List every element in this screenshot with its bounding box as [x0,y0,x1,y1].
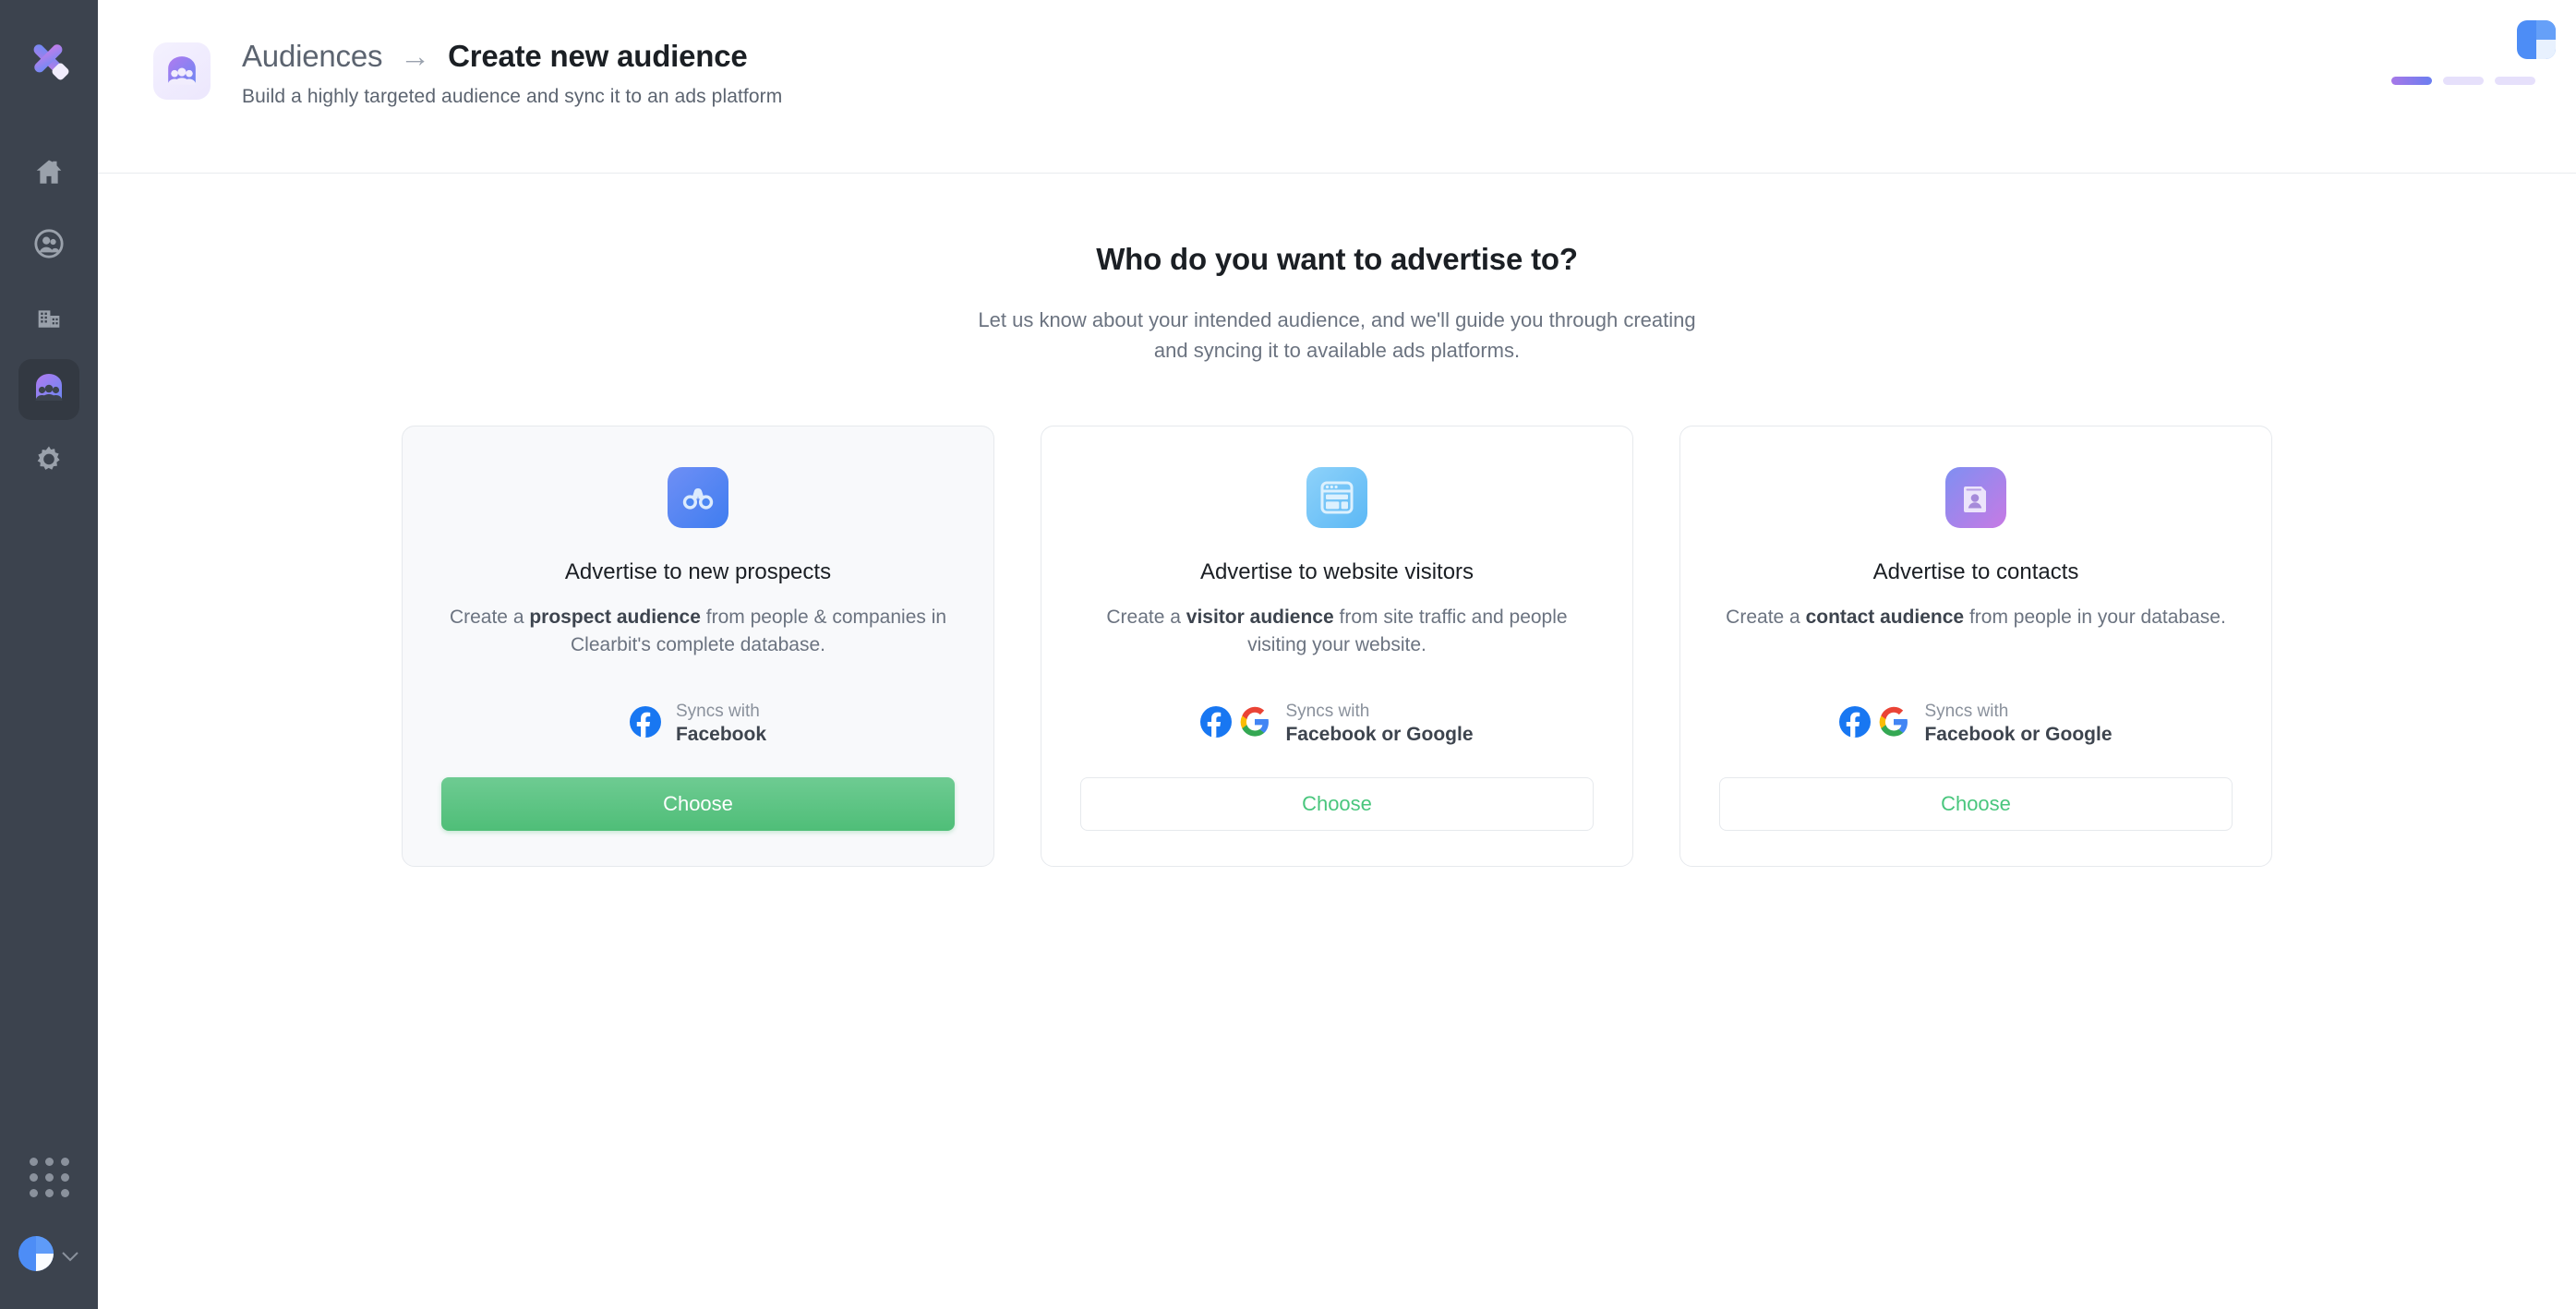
page-subheading: Let us know about your intended audience… [978,308,1696,363]
card-desc-pre: Create a [1726,606,1806,628]
browser-window-icon [1306,466,1367,528]
account-switcher[interactable] [18,1236,79,1276]
google-logo-icon [1878,706,1909,742]
progress-step-1 [2391,77,2432,85]
card-desc-bold: visitor audience [1186,606,1334,628]
card-advertise-to-website-visitors[interactable]: Advertise to website visitors Create a v… [1041,425,1633,867]
app-root: Audiences → Create new audience Build a … [0,0,2576,1309]
progress-steps [2391,77,2535,85]
audience-type-cards: Advertise to new prospects Create a pros… [98,425,2576,867]
sidebar-item-home[interactable] [18,143,79,204]
clearbit-x-logo-icon[interactable] [25,35,73,88]
contact-card-icon [1945,466,2006,528]
google-logo-icon [1239,706,1270,742]
card-description: Create a contact audience from people in… [1726,604,2226,631]
sync-info: Syncs with Facebook or Google [1839,669,2113,748]
sidebar-item-settings[interactable] [18,431,79,492]
sync-logos [1839,705,1909,742]
sync-logos [1200,705,1270,742]
header-right-group [2345,0,2576,120]
card-desc-bold: prospect audience [529,606,701,628]
breadcrumb: Audiences → Create new audience [242,39,782,74]
card-title: Advertise to contacts [1872,558,2079,584]
page-title: Who do you want to advertise to? [1096,242,1578,276]
card-desc-pre: Create a [1106,606,1186,628]
header-titles: Audiences → Create new audience Build a … [242,39,782,108]
card-desc-bold: contact audience [1805,606,1965,628]
sync-platforms: Facebook or Google [1285,724,1474,745]
sidebar-item-audiences[interactable] [18,359,79,420]
main-region: Audiences → Create new audience Build a … [98,0,2576,1309]
card-description: Create a visitor audience from site traf… [1080,604,1594,660]
choose-button-prospects[interactable]: Choose [441,776,955,831]
card-advertise-to-contacts[interactable]: Advertise to contacts Create a contact a… [1679,425,2272,867]
card-desc-pre: Create a [449,606,530,628]
gear-icon [33,444,65,480]
facebook-logo-icon [629,705,661,742]
sidebar-bottom-group [0,1158,98,1276]
choose-button-contacts[interactable]: Choose [1719,776,2233,831]
sync-text: Syncs with Facebook or Google [1285,701,1473,748]
avatar [18,1236,54,1276]
binoculars-icon [668,466,728,528]
main-sidebar [0,0,98,1309]
sync-platforms: Facebook [675,724,767,745]
breadcrumb-arrow-icon: → [400,39,431,73]
sync-text: Syncs with Facebook or Google [1924,701,2112,748]
sync-info: Syncs with Facebook [629,669,766,748]
clearbit-mark-icon [2517,20,2556,59]
card-title: Advertise to new prospects [564,558,832,584]
facebook-logo-icon [1200,705,1233,742]
header-audiences-icon [153,42,211,100]
home-icon [33,156,65,192]
sync-label: Syncs with [675,701,760,721]
sync-info: Syncs with Facebook or Google [1200,669,1474,748]
sync-logos [629,705,661,742]
sync-label: Syncs with [1924,701,2009,721]
progress-step-2 [2443,77,2484,85]
choose-button-visitors[interactable]: Choose [1080,776,1594,831]
building-icon [33,300,65,336]
sync-text: Syncs with Facebook [676,701,766,748]
card-advertise-to-new-prospects[interactable]: Advertise to new prospects Create a pros… [402,425,994,867]
breadcrumb-parent[interactable]: Audiences [242,39,383,73]
sync-label: Syncs with [1285,701,1370,721]
wizard-content: Who do you want to advertise to? Let us … [98,174,2576,1309]
audiences-icon [33,373,65,406]
sidebar-item-companies[interactable] [18,287,79,348]
apps-grid-icon[interactable] [29,1158,69,1197]
sidebar-nav-list [18,143,79,492]
page-subtitle: Build a highly targeted audience and syn… [242,85,783,107]
page-header: Audiences → Create new audience Build a … [98,0,2576,174]
sync-platforms: Facebook or Google [1924,724,2113,745]
people-icon [33,228,65,264]
card-desc-post: from people in your database. [1964,606,2226,628]
facebook-logo-icon [1839,705,1872,742]
chevron-down-icon [61,1247,79,1266]
breadcrumb-current: Create new audience [448,39,748,73]
sidebar-item-people[interactable] [18,215,79,276]
card-description: Create a prospect audience from people &… [441,604,955,660]
progress-step-3 [2495,77,2535,85]
card-title: Advertise to website visitors [1199,558,1475,584]
